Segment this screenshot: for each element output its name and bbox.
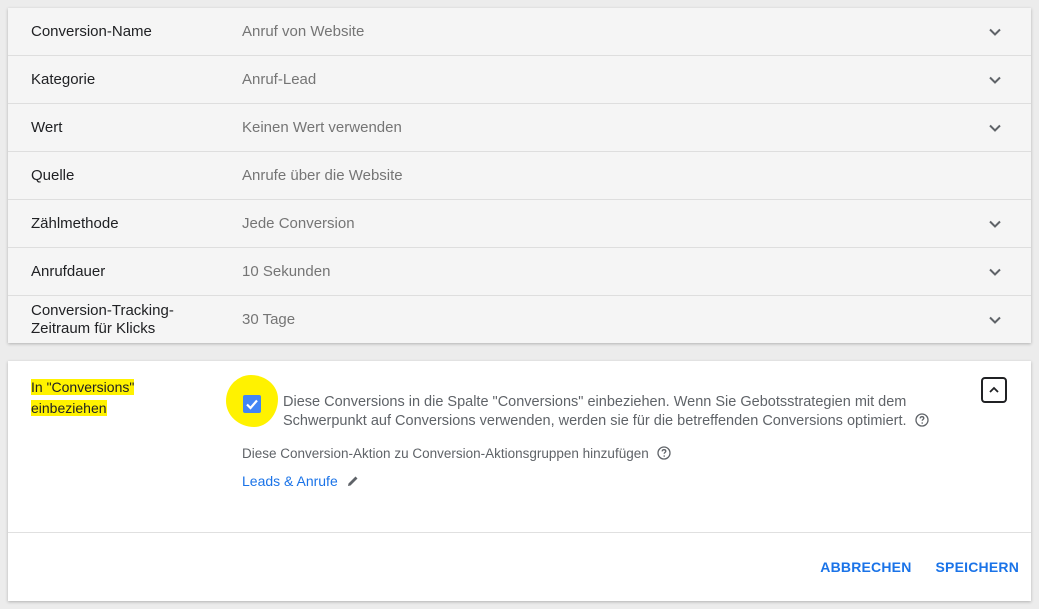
setting-value: Jede Conversion bbox=[242, 215, 355, 232]
setting-label: Conversion-Tracking-Zeitraum für Klicks bbox=[31, 301, 174, 337]
setting-label: Wert bbox=[31, 118, 63, 136]
chevron-down-icon[interactable] bbox=[987, 72, 1003, 88]
pencil-icon[interactable] bbox=[346, 474, 360, 488]
group-link[interactable]: Leads & Anrufe bbox=[242, 473, 338, 489]
setting-value: Anrufe über die Website bbox=[242, 167, 403, 184]
include-label-line1: In "Conversions" bbox=[31, 379, 135, 395]
setting-row-tracking-zeitraum[interactable]: Conversion-Tracking-Zeitraum für Klicks … bbox=[8, 296, 1031, 343]
setting-label: Quelle bbox=[31, 166, 75, 184]
setting-row-anrufdauer[interactable]: Anrufdauer 10 Sekunden bbox=[8, 248, 1031, 296]
save-button[interactable]: SPEICHERN bbox=[936, 559, 1019, 575]
settings-card: Conversion-Name Anruf von Website Katego… bbox=[8, 8, 1031, 343]
setting-row-zaehlmethode[interactable]: Zählmethode Jede Conversion bbox=[8, 200, 1031, 248]
setting-value: 30 Tage bbox=[242, 311, 296, 328]
include-conversions-label: In "Conversions" einbeziehen bbox=[31, 377, 171, 419]
setting-label: Anrufdauer bbox=[31, 262, 106, 280]
checkbox-area bbox=[226, 375, 278, 427]
setting-row-kategorie[interactable]: Kategorie Anruf-Lead bbox=[8, 56, 1031, 104]
group-link-container: Leads & Anrufe bbox=[242, 473, 360, 489]
chevron-down-icon[interactable] bbox=[987, 216, 1003, 232]
chevron-down-icon[interactable] bbox=[987, 24, 1003, 40]
setting-row-quelle: Quelle Anrufe über die Website bbox=[8, 152, 1031, 200]
include-conversions-checkbox[interactable] bbox=[243, 395, 261, 413]
include-conversions-card: In "Conversions" einbeziehen Diese Conve… bbox=[8, 361, 1031, 601]
help-circle-icon[interactable] bbox=[914, 413, 929, 427]
help-circle-icon[interactable] bbox=[656, 446, 671, 460]
action-buttons: ABBRECHEN SPEICHERN bbox=[820, 559, 1019, 575]
include-conversions-description: Diese Conversions in die Spalte "Convers… bbox=[283, 393, 973, 431]
chevron-up-icon bbox=[989, 386, 999, 393]
setting-row-conversion-name[interactable]: Conversion-Name Anruf von Website bbox=[8, 8, 1031, 56]
setting-value: Anruf von Website bbox=[242, 23, 365, 40]
setting-row-wert[interactable]: Wert Keinen Wert verwenden bbox=[8, 104, 1031, 152]
collapse-button[interactable] bbox=[981, 377, 1007, 403]
group-label-text: Diese Conversion-Aktion zu Conversion-Ak… bbox=[242, 446, 649, 461]
group-label: Diese Conversion-Aktion zu Conversion-Ak… bbox=[242, 446, 671, 461]
setting-value: Anruf-Lead bbox=[242, 71, 317, 88]
setting-value: 10 Sekunden bbox=[242, 263, 331, 280]
setting-value: Keinen Wert verwenden bbox=[242, 119, 402, 136]
chevron-down-icon[interactable] bbox=[987, 264, 1003, 280]
description-text: Diese Conversions in die Spalte "Convers… bbox=[283, 394, 907, 429]
check-icon bbox=[246, 399, 258, 410]
chevron-down-icon[interactable] bbox=[987, 312, 1003, 328]
divider bbox=[8, 532, 1031, 533]
setting-label: Kategorie bbox=[31, 70, 96, 88]
setting-label: Zählmethode bbox=[31, 214, 119, 232]
chevron-down-icon[interactable] bbox=[987, 120, 1003, 136]
setting-label: Conversion-Name bbox=[31, 22, 152, 40]
cancel-button[interactable]: ABBRECHEN bbox=[820, 559, 911, 575]
include-label-line2: einbeziehen bbox=[31, 400, 107, 416]
